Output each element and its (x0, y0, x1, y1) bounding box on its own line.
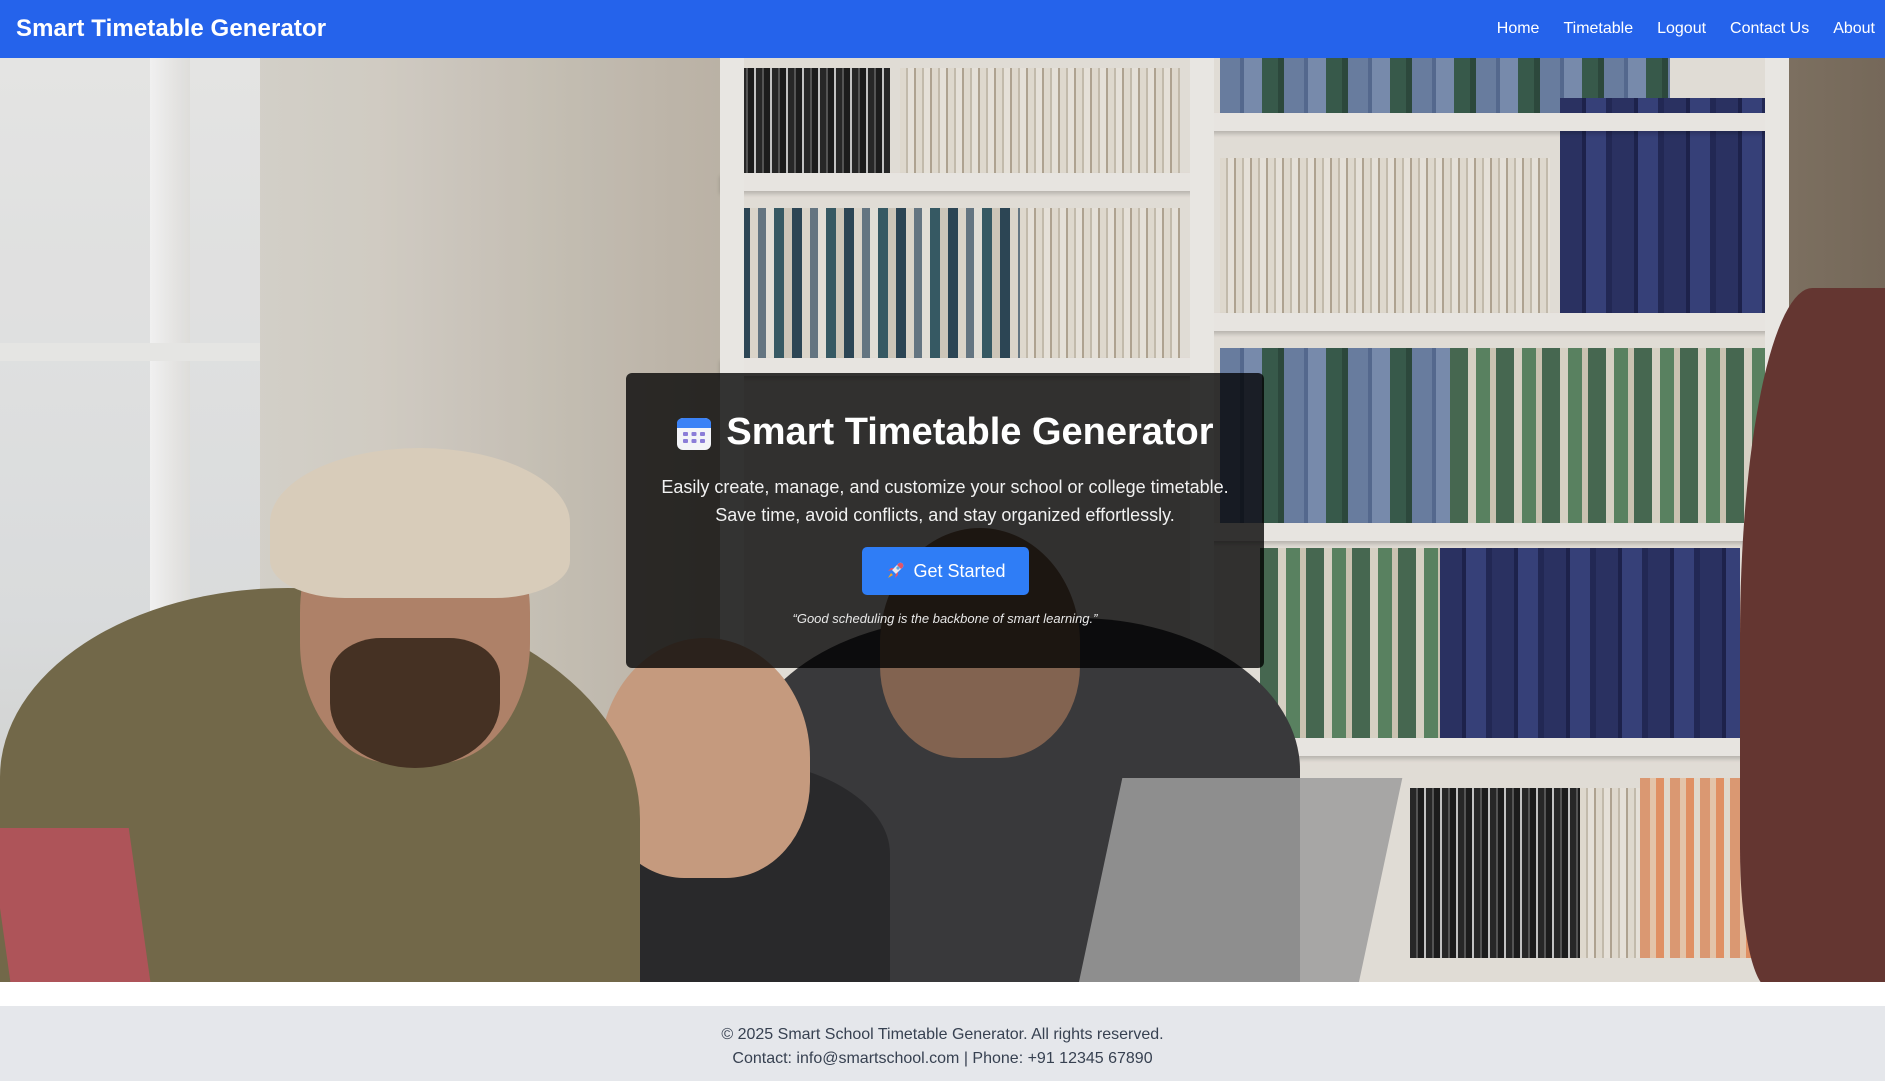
nav-link-timetable[interactable]: Timetable (1563, 20, 1633, 38)
brand-title[interactable]: Smart Timetable Generator (16, 15, 326, 43)
nav-link-contact-us[interactable]: Contact Us (1730, 20, 1809, 38)
hero-card: Smart Timetable Generator Easily create,… (626, 373, 1264, 668)
page-footer: © 2025 Smart School Timetable Generator.… (0, 1006, 1885, 1081)
get-started-label: Get Started (913, 560, 1006, 581)
hero-title: Smart Timetable Generator (726, 411, 1214, 453)
nav-link-home[interactable]: Home (1497, 20, 1540, 38)
hero-quote: “Good scheduling is the backbone of smar… (792, 611, 1098, 626)
footer-copyright: © 2025 Smart School Timetable Generator.… (721, 1026, 1164, 1043)
hero-description-line-2: Save time, avoid conflicts, and stay org… (715, 505, 1175, 525)
nav-link-logout[interactable]: Logout (1657, 20, 1706, 38)
hero-description: Easily create, manage, and customize you… (626, 473, 1264, 529)
hero-title-row: Smart Timetable Generator (626, 411, 1264, 454)
rocket-icon (885, 561, 905, 581)
nav-link-about[interactable]: About (1833, 20, 1875, 38)
top-navbar: Smart Timetable Generator Home Timetable… (0, 0, 1885, 58)
nav-links: Home Timetable Logout Contact Us About (1497, 20, 1875, 38)
calendar-icon (676, 415, 712, 451)
footer-contact: Contact: info@smartschool.com | Phone: +… (732, 1050, 1153, 1067)
hero-description-line-1: Easily create, manage, and customize you… (661, 477, 1229, 497)
get-started-button[interactable]: Get Started (862, 547, 1029, 595)
